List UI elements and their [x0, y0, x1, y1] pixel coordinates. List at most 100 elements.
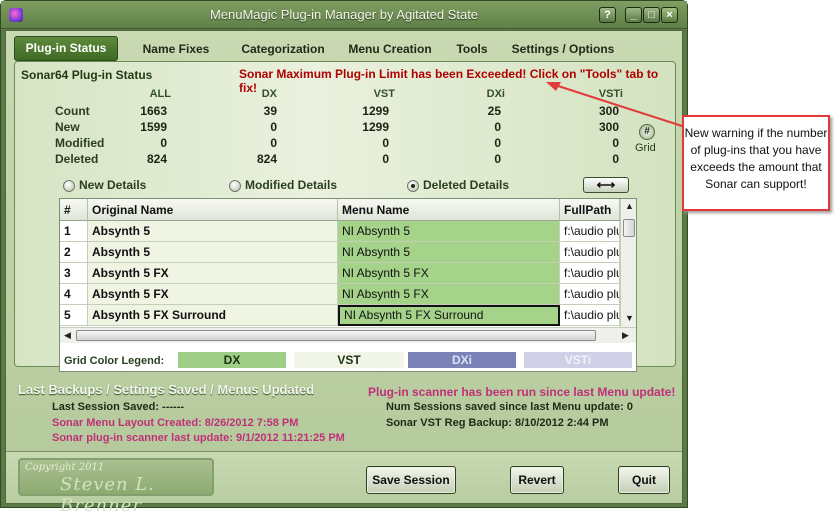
grid-cell-menu[interactable]: NI Absynth 5 FX [338, 284, 560, 305]
stats-header-dx: DX [261, 88, 277, 100]
grid-cell-menu[interactable]: NI Absynth 5 FX [338, 263, 560, 284]
client-area: Plug-in Status Name Fixes Categorization… [5, 30, 683, 516]
grid-header-menu-name[interactable]: Menu Name [338, 199, 560, 221]
grid-cell-num[interactable]: 3 [60, 263, 88, 284]
stats-value: 300 [598, 120, 619, 134]
save-session-button[interactable]: Save Session [366, 466, 456, 494]
scroll-down-icon[interactable]: ▼ [625, 313, 634, 323]
annotation-callout: New warning if the number of plug-ins th… [682, 115, 830, 211]
grid-header-fullpath[interactable]: FullPath [560, 199, 620, 221]
grid-cell-num[interactable]: 1 [60, 221, 88, 242]
stats-value: 824 [146, 152, 167, 166]
grid-cell-menu[interactable]: NI Absynth 5 [338, 221, 560, 242]
radio-label: New Details [79, 178, 147, 192]
grid-cell-path[interactable]: f:\audio plu [560, 221, 620, 242]
radio-label: Deleted Details [423, 178, 510, 192]
title-bar[interactable]: MenuMagic Plug-in Manager by Agitated St… [1, 1, 687, 29]
grid-header-original-name[interactable]: Original Name [88, 199, 338, 221]
stats-value: 1299 [362, 104, 389, 118]
grid-cell-original[interactable]: Absynth 5 [88, 221, 338, 242]
grid-cell-num[interactable]: 2 [60, 242, 88, 263]
stats-row-label: Modified [55, 136, 105, 150]
vertical-scrollbar[interactable]: ▲ ▼ [620, 199, 636, 327]
swap-columns-button[interactable]: ⟷ [583, 177, 629, 193]
grid-cell-original[interactable]: Absynth 5 FX Surround [88, 305, 338, 326]
grid-cell-original[interactable]: Absynth 5 [88, 242, 338, 263]
tab-tools[interactable]: Tools [446, 38, 498, 60]
stats-value: 0 [270, 120, 277, 134]
stats-value: 0 [382, 152, 389, 166]
window-title: MenuMagic Plug-in Manager by Agitated St… [209, 7, 479, 22]
vertical-scroll-thumb[interactable] [623, 219, 635, 237]
stats-value: 0 [612, 152, 619, 166]
stats-value: 39 [263, 104, 277, 118]
stats-header-vst: VST [373, 88, 395, 100]
stats-value: 0 [494, 136, 501, 150]
scanner-last-update: Sonar plug-in scanner last update: 9/1/2… [52, 432, 345, 444]
horizontal-scrollbar[interactable]: ◀ ▶ [60, 327, 636, 343]
grid-cell-num[interactable]: 4 [60, 284, 88, 305]
help-button[interactable]: ? [599, 7, 616, 23]
vst-reg-backup: Sonar VST Reg Backup: 8/10/2012 2:44 PM [386, 417, 609, 429]
stats-value: 0 [494, 152, 501, 166]
close-button[interactable]: × [661, 7, 678, 23]
grid-cell-original[interactable]: Absynth 5 FX [88, 263, 338, 284]
scroll-left-icon[interactable]: ◀ [64, 330, 71, 341]
radio-circle-icon[interactable] [229, 180, 241, 192]
stats-row-label: Count [55, 104, 90, 118]
quit-button[interactable]: Quit [618, 466, 670, 494]
tab-plugin-status[interactable]: Plug-in Status [14, 36, 118, 61]
stats-table: ALL DX VST DXi VSTi Count 1663 39 1299 2… [15, 88, 677, 168]
stats-value: 25 [487, 104, 501, 118]
radio-selected-icon[interactable] [407, 180, 419, 192]
status-title: Sonar64 Plug-in Status [21, 68, 153, 82]
plugin-grid: # Original Name Menu Name FullPath 1 Abs… [59, 198, 637, 372]
grid-cell-menu[interactable]: NI Absynth 5 [338, 242, 560, 263]
copyright-logo: Copyright 2011 Steven L. Brenner [18, 458, 214, 516]
grid-cell-path[interactable]: f:\audio plu [560, 284, 620, 305]
stats-header-dxi: DXi [486, 88, 505, 100]
minimize-button[interactable]: _ [625, 7, 642, 23]
menu-layout-created: Sonar Menu Layout Created: 8/26/2012 7:5… [52, 417, 299, 429]
scanner-warning: Plug-in scanner has been run since last … [368, 385, 676, 399]
stats-header-all: ALL [149, 88, 171, 100]
grid-cell-path[interactable]: f:\audio plu [560, 242, 620, 263]
grid-toggle-button[interactable]: # [639, 124, 655, 140]
horizontal-scroll-thumb[interactable] [76, 330, 596, 341]
stats-value: 0 [612, 136, 619, 150]
footer-bar: Copyright 2011 Steven L. Brenner Save Se… [6, 451, 682, 516]
copyright-author: Steven L. Brenner [60, 474, 156, 516]
stats-value: 300 [598, 104, 619, 118]
plugin-status-panel: Sonar64 Plug-in Status Sonar Maximum Plu… [14, 61, 677, 372]
stats-value: 0 [494, 120, 501, 134]
grid-cell-menu-selected[interactable]: NI Absynth 5 FX Surround [338, 305, 560, 326]
stats-row-label: Deleted [55, 152, 99, 166]
legend-vsti: VSTi [524, 352, 632, 368]
grid-cell-path[interactable]: f:\audio plu [560, 263, 620, 284]
revert-button[interactable]: Revert [510, 466, 564, 494]
legend-dxi: DXi [408, 352, 516, 368]
grid-cell-num[interactable]: 5 [60, 305, 88, 326]
stats-value: 1663 [140, 104, 167, 118]
scroll-up-icon[interactable]: ▲ [625, 201, 634, 211]
grid-cell-original[interactable]: Absynth 5 FX [88, 284, 338, 305]
tab-categorization[interactable]: Categorization [226, 38, 340, 60]
radio-label: Modified Details [245, 178, 338, 192]
tab-menu-creation[interactable]: Menu Creation [338, 38, 442, 60]
stats-value: 0 [160, 136, 167, 150]
grid-button-label: Grid [635, 142, 656, 154]
stats-value: 824 [256, 152, 277, 166]
stats-value: 1299 [362, 120, 389, 134]
grid-cell-path[interactable]: f:\audio plu [560, 305, 620, 326]
tab-settings-options[interactable]: Settings / Options [504, 38, 622, 60]
maximize-button[interactable]: □ [643, 7, 660, 23]
backups-section-title: Last Backups / Settings Saved / Menus Up… [18, 382, 315, 397]
stats-row-label: New [55, 120, 80, 134]
stats-value: 0 [382, 136, 389, 150]
scroll-right-icon[interactable]: ▶ [622, 330, 629, 341]
tab-name-fixes[interactable]: Name Fixes [130, 38, 222, 60]
legend-label: Grid Color Legend: [64, 355, 165, 367]
radio-circle-icon[interactable] [63, 180, 75, 192]
legend-vst: VST [294, 352, 404, 368]
grid-header-num[interactable]: # [60, 199, 88, 221]
